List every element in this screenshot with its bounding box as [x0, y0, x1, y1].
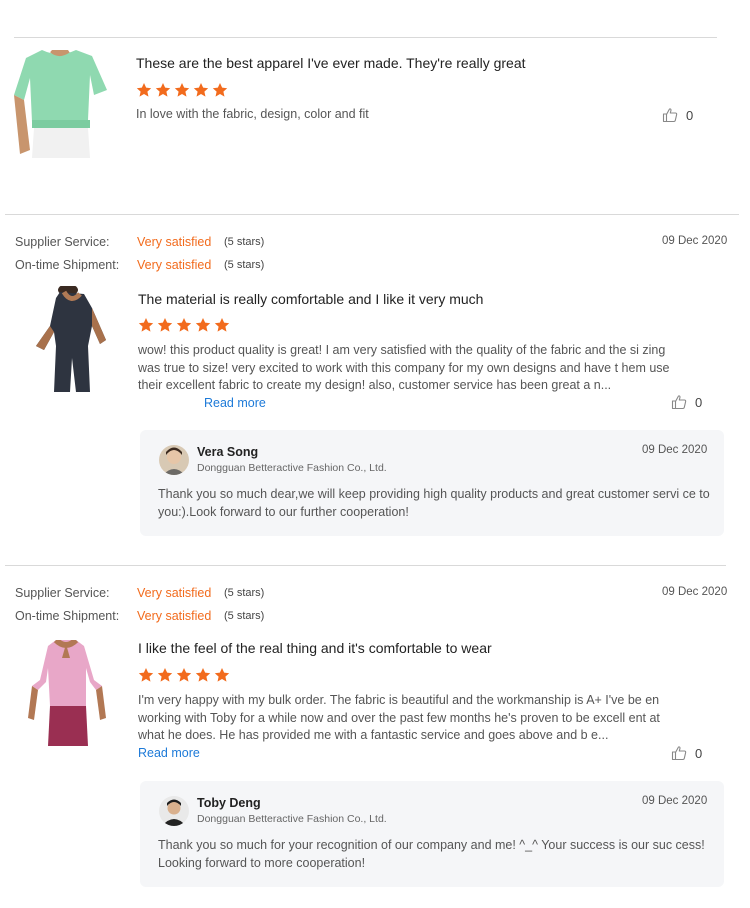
- dark-tank-image: [26, 286, 116, 392]
- shipment-value: Very satisfied: [137, 609, 212, 623]
- reply-author-name: Vera Song: [197, 445, 259, 459]
- star-icon: [138, 668, 154, 682]
- like-count: 0: [695, 394, 703, 410]
- supplier-service-stars: (5 stars): [224, 587, 265, 599]
- star-icon: [195, 318, 211, 332]
- supplier-reply: Vera Song Dongguan Betteractive Fashion …: [140, 430, 724, 536]
- review-rating-stars: [136, 82, 228, 98]
- pink-top-image: [26, 640, 106, 746]
- shipment-label: On-time Shipment:: [15, 258, 120, 272]
- star-icon: [155, 83, 171, 97]
- reply-company: Dongguan Betteractive Fashion Co., Ltd.: [197, 462, 387, 474]
- mint-top-image: [12, 50, 107, 158]
- review-date: 09 Dec 2020: [662, 235, 728, 247]
- star-icon: [157, 668, 173, 682]
- review-text-body: wow! this product quality is great! I am…: [138, 343, 670, 392]
- star-icon: [176, 668, 192, 682]
- thumbs-up-icon: [671, 746, 687, 761]
- review-text-body: I'm very happy with my bulk order. The f…: [138, 693, 660, 742]
- read-more-link[interactable]: Read more: [204, 396, 266, 410]
- like-count: 0: [695, 745, 703, 761]
- review-divider: [5, 565, 726, 566]
- review-text: I'm very happy with my bulk order. The f…: [138, 692, 678, 762]
- product-thumbnail[interactable]: [12, 50, 107, 158]
- shipment-label: On-time Shipment:: [15, 609, 120, 623]
- reply-company: Dongguan Betteractive Fashion Co., Ltd.: [197, 813, 387, 825]
- star-icon: [176, 318, 192, 332]
- star-icon: [193, 83, 209, 97]
- review-divider: [5, 214, 739, 215]
- reply-author-name: Toby Deng: [197, 796, 261, 810]
- avatar: [159, 796, 189, 826]
- reply-date: 09 Dec 2020: [642, 795, 708, 807]
- star-icon: [157, 318, 173, 332]
- like-count: 0: [686, 107, 694, 123]
- review-text: wow! this product quality is great! I am…: [138, 342, 678, 412]
- shipment-stars: (5 stars): [224, 259, 265, 271]
- avatar: [159, 445, 189, 475]
- star-icon: [136, 83, 152, 97]
- review-text: In love with the fabric, design, color a…: [136, 107, 369, 121]
- review-title: I like the feel of the real thing and it…: [138, 640, 492, 656]
- review-rating-stars: [138, 667, 230, 683]
- read-more-link[interactable]: Read more: [138, 746, 200, 760]
- star-icon: [214, 318, 230, 332]
- reply-text: Thank you so much dear,we will keep prov…: [158, 487, 710, 519]
- like-button[interactable]: 0: [671, 394, 702, 410]
- like-button[interactable]: 0: [671, 745, 702, 761]
- top-divider: [14, 37, 717, 38]
- star-icon: [195, 668, 211, 682]
- supplier-service-stars: (5 stars): [224, 236, 265, 248]
- star-icon: [212, 83, 228, 97]
- star-icon: [214, 668, 230, 682]
- product-thumbnail[interactable]: [26, 286, 116, 392]
- product-thumbnail[interactable]: [26, 640, 106, 746]
- star-icon: [138, 318, 154, 332]
- review-title: The material is really comfortable and I…: [138, 291, 484, 307]
- shipment-stars: (5 stars): [224, 610, 265, 622]
- review-date: 09 Dec 2020: [662, 586, 728, 598]
- supplier-service-value: Very satisfied: [137, 235, 212, 249]
- supplier-service-value: Very satisfied: [137, 586, 212, 600]
- review-title: These are the best apparel I've ever mad…: [136, 55, 526, 71]
- reply-date: 09 Dec 2020: [642, 444, 708, 456]
- review-rating-stars: [138, 317, 230, 333]
- supplier-service-label: Supplier Service:: [15, 235, 110, 249]
- reply-text: Thank you so much for your recognition o…: [158, 838, 705, 870]
- supplier-reply: Toby Deng Dongguan Betteractive Fashion …: [140, 781, 724, 887]
- thumbs-up-icon: [671, 395, 687, 410]
- shipment-value: Very satisfied: [137, 258, 212, 272]
- star-icon: [174, 83, 190, 97]
- thumbs-up-icon: [662, 108, 678, 123]
- supplier-service-label: Supplier Service:: [15, 586, 110, 600]
- like-button[interactable]: 0: [662, 107, 693, 123]
